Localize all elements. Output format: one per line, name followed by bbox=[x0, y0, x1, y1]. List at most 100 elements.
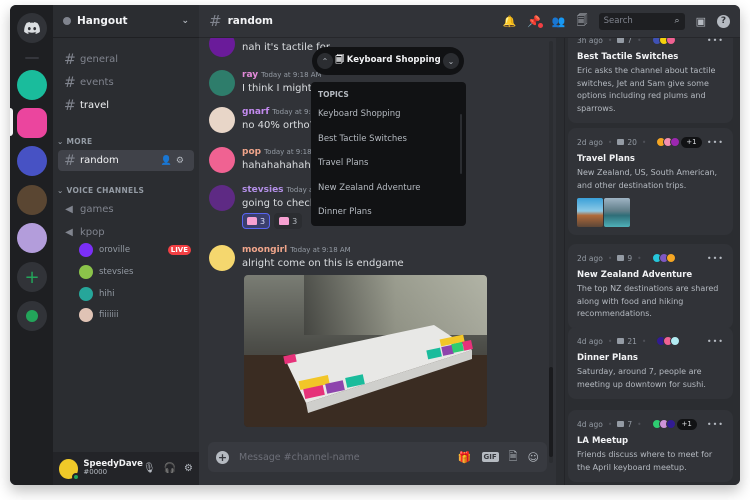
avatar[interactable] bbox=[209, 245, 235, 271]
chat-scrollbar-thumb[interactable] bbox=[549, 367, 553, 457]
summary-age: 2d ago bbox=[577, 253, 603, 263]
topic-item[interactable]: Dinner Plans bbox=[311, 200, 466, 225]
chevron-down-icon[interactable]: ⌄ bbox=[443, 53, 459, 69]
more-options-icon[interactable]: ••• bbox=[707, 138, 724, 147]
voice-user-name: oroville bbox=[99, 245, 131, 255]
message-author[interactable]: ray bbox=[242, 70, 258, 80]
channel-travel[interactable]: # travel bbox=[58, 95, 194, 116]
voice-user[interactable]: stevsies bbox=[79, 263, 191, 281]
chevron-up-icon[interactable]: ⌃ bbox=[317, 53, 333, 69]
topic-item[interactable]: New Zealand Adventure bbox=[311, 176, 466, 201]
chat-bubble-icon bbox=[617, 421, 625, 427]
voice-user[interactable]: hihi bbox=[79, 285, 191, 303]
message-author[interactable]: gnarf bbox=[242, 107, 269, 117]
emoji-icon bbox=[279, 217, 290, 225]
channel-label: events bbox=[80, 77, 114, 88]
search-input[interactable]: Search ⌕ bbox=[598, 12, 685, 30]
more-options-icon[interactable]: ••• bbox=[707, 337, 724, 346]
summary-age: 4d ago bbox=[577, 336, 603, 346]
topic-item[interactable]: Travel Plans bbox=[311, 151, 466, 176]
topic-jumper: ⌃ 🗐 Keyboard Shopping ⌄ bbox=[312, 47, 464, 75]
voice-user-name: fiiiiiii bbox=[99, 310, 119, 320]
gift-icon[interactable]: 🎁 bbox=[458, 451, 472, 464]
gear-icon[interactable]: ⚙ bbox=[184, 463, 193, 474]
pin-icon[interactable]: 📌 bbox=[527, 15, 543, 28]
category-voice[interactable]: ⌄ VOICE CHANNELS bbox=[57, 186, 144, 195]
sticker-icon[interactable]: 🗎 bbox=[509, 448, 518, 467]
summaries-icon[interactable]: 🗐 bbox=[577, 12, 588, 31]
server-icon-2[interactable] bbox=[17, 108, 47, 138]
more-options-icon[interactable]: ••• bbox=[707, 420, 724, 429]
headphones-icon[interactable]: 🎧 bbox=[164, 463, 176, 474]
bell-icon[interactable]: 🔔 bbox=[502, 15, 516, 28]
speaker-icon: ◀ bbox=[65, 204, 73, 215]
user-avatar[interactable] bbox=[59, 458, 81, 481]
channel-general[interactable]: # general bbox=[58, 49, 194, 70]
server-header[interactable]: Hangout ⌄ bbox=[53, 5, 199, 38]
voice-user[interactable]: fiiiiiii bbox=[79, 306, 191, 324]
summary-card[interactable]: 3h ago • 7 • ••• Best Tactile Switches Eric … bbox=[568, 26, 733, 123]
add-attachment-icon[interactable]: + bbox=[216, 450, 229, 464]
channel-events[interactable]: # events bbox=[58, 72, 194, 93]
server-icon-3[interactable] bbox=[17, 146, 47, 176]
invite-icon[interactable]: 👤 bbox=[161, 156, 176, 166]
message-author[interactable]: stevsies bbox=[242, 185, 284, 195]
channel-label: random bbox=[80, 155, 119, 166]
add-server-button[interactable]: + bbox=[17, 262, 47, 292]
summary-card[interactable]: 2d ago • 20 • +1 ••• Travel Plans New Zealand… bbox=[568, 128, 733, 235]
emoji-icon bbox=[247, 217, 257, 225]
server-badge-icon bbox=[63, 17, 71, 25]
help-icon[interactable]: ? bbox=[717, 14, 730, 28]
summary-title: Travel Plans bbox=[577, 154, 635, 164]
more-options-icon[interactable]: ••• bbox=[707, 254, 724, 263]
chat-bubble-icon bbox=[617, 255, 625, 261]
channel-tools[interactable]: 👤⚙ bbox=[161, 156, 188, 166]
topic-item[interactable]: Keyboard Shopping bbox=[311, 102, 466, 127]
summaries-icon: 🗐 bbox=[335, 55, 347, 65]
server-icon-5[interactable] bbox=[17, 223, 47, 253]
summary-card[interactable]: 4d ago • 21 • ••• Dinner Plans Saturday, aro… bbox=[568, 327, 733, 399]
summary-card[interactable]: 2d ago • 9 • ••• New Zealand Adventure The t… bbox=[568, 244, 733, 329]
members-icon[interactable]: 👥 bbox=[552, 15, 566, 28]
topic-item[interactable]: Best Tactile Switches bbox=[311, 127, 466, 152]
summary-count: 9 bbox=[627, 253, 633, 263]
emoji-icon[interactable]: ☺ bbox=[528, 451, 539, 464]
reaction-button[interactable]: 3 bbox=[274, 213, 303, 229]
avatar[interactable] bbox=[209, 185, 235, 211]
keyboard-image-attachment[interactable] bbox=[244, 275, 487, 427]
summary-title: Dinner Plans bbox=[577, 353, 638, 363]
avatar[interactable] bbox=[209, 70, 235, 96]
current-topic[interactable]: 🗐 Keyboard Shopping bbox=[333, 54, 443, 68]
server-icon-4[interactable] bbox=[17, 185, 47, 215]
microphone-icon[interactable]: 🎙 bbox=[143, 463, 156, 474]
road-thumbnail[interactable] bbox=[577, 198, 603, 227]
avatar bbox=[79, 265, 93, 279]
topics-scrollbar[interactable] bbox=[460, 114, 462, 174]
hash-icon: # bbox=[64, 74, 76, 91]
channel-label: general bbox=[80, 54, 119, 65]
explore-servers-button[interactable] bbox=[17, 301, 47, 331]
hash-icon: # bbox=[209, 12, 222, 30]
summary-card[interactable]: 4d ago • 7 • +1 ••• LA Meetup Friends discuss… bbox=[568, 410, 733, 482]
message-author[interactable]: pop bbox=[242, 147, 261, 157]
home-button[interactable] bbox=[17, 13, 47, 43]
server-rail: + bbox=[10, 5, 53, 485]
gif-button[interactable]: GIF bbox=[481, 452, 499, 462]
compass-icon bbox=[26, 310, 38, 322]
reaction-button[interactable]: 3 bbox=[242, 213, 271, 229]
lake-thumbnail[interactable] bbox=[604, 198, 630, 227]
inbox-icon[interactable]: ▣ bbox=[696, 15, 706, 28]
message-author[interactable]: moongirl bbox=[242, 245, 287, 255]
voice-user[interactable]: oroville LIVE bbox=[79, 241, 191, 259]
message-input[interactable]: Message #channel-name bbox=[239, 452, 360, 463]
voice-channel-kpop[interactable]: ◀ kpop bbox=[58, 222, 194, 243]
message-composer[interactable]: + Message #channel-name 🎁 GIF 🗎 ☺ bbox=[208, 442, 547, 472]
gear-icon[interactable]: ⚙ bbox=[176, 156, 188, 166]
summary-description: Eric asks the channel about tactile swit… bbox=[577, 66, 716, 113]
avatar[interactable] bbox=[209, 147, 235, 173]
server-icon-1[interactable] bbox=[17, 70, 47, 100]
voice-channel-games[interactable]: ◀ games bbox=[58, 199, 194, 220]
avatar[interactable] bbox=[209, 107, 235, 133]
channel-random[interactable]: # random 👤⚙ bbox=[58, 150, 194, 171]
category-more[interactable]: ⌄ MORE bbox=[57, 137, 92, 146]
